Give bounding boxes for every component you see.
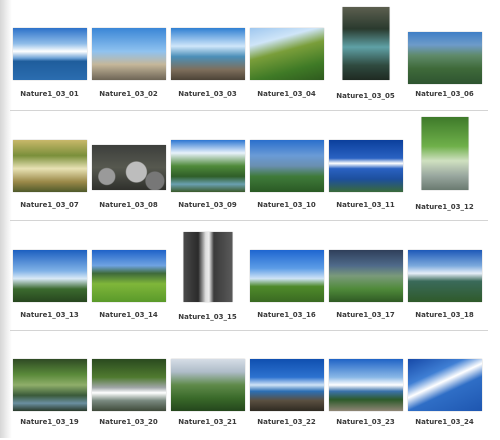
thumbnail-image[interactable] — [421, 117, 468, 190]
thumbnail-caption: Nature1_03_20 — [99, 418, 158, 426]
thumbnail-image[interactable] — [249, 359, 324, 411]
gallery-item[interactable]: Nature1_03_18 — [405, 224, 484, 330]
thumbnail-caption: Nature1_03_17 — [336, 311, 395, 319]
thumbnail-image[interactable] — [328, 250, 403, 302]
gallery-item[interactable]: Nature1_03_14 — [89, 224, 168, 330]
thumbnail-caption: Nature1_03_04 — [257, 90, 316, 98]
thumbnail-caption: Nature1_03_18 — [415, 311, 474, 319]
row-divider — [10, 330, 488, 331]
thumbnail-image[interactable] — [12, 28, 87, 80]
thumbnail-caption: Nature1_03_14 — [99, 311, 158, 319]
gallery-item[interactable]: Nature1_03_10 — [247, 114, 326, 220]
gallery-item[interactable]: Nature1_03_01 — [10, 4, 89, 110]
thumbnail-caption: Nature1_03_16 — [257, 311, 316, 319]
thumbnail-caption: Nature1_03_03 — [178, 90, 237, 98]
gallery-item[interactable]: Nature1_03_22 — [247, 334, 326, 440]
thumbnail-image[interactable] — [91, 28, 166, 80]
gallery-item[interactable]: Nature1_03_24 — [405, 334, 484, 440]
gallery-item[interactable]: Nature1_03_09 — [168, 114, 247, 220]
thumbnail-caption: Nature1_03_21 — [178, 418, 237, 426]
thumbnail-caption: Nature1_03_10 — [257, 201, 316, 209]
gallery-item[interactable]: Nature1_03_04 — [247, 4, 326, 110]
thumbnail-image[interactable] — [183, 232, 232, 302]
thumbnail-caption: Nature1_03_08 — [99, 201, 158, 209]
thumbnail-image[interactable] — [91, 359, 166, 411]
thumbnail-image[interactable] — [12, 359, 87, 411]
thumbnail-image[interactable] — [249, 140, 324, 192]
thumbnail-image[interactable] — [249, 250, 324, 302]
thumbnail-image[interactable] — [170, 359, 245, 411]
gallery-item[interactable]: Nature1_03_02 — [89, 4, 168, 110]
thumbnail-caption: Nature1_03_24 — [415, 418, 474, 426]
thumbnail-image[interactable] — [407, 250, 482, 302]
gallery-item[interactable]: Nature1_03_19 — [10, 334, 89, 440]
thumbnail-caption: Nature1_03_19 — [20, 418, 79, 426]
gallery-item[interactable]: Nature1_03_17 — [326, 224, 405, 330]
gallery-item[interactable]: Nature1_03_08 — [89, 114, 168, 220]
gallery-item[interactable]: Nature1_03_12 — [405, 114, 484, 220]
gallery-item[interactable]: Nature1_03_13 — [10, 224, 89, 330]
thumbnail-caption: Nature1_03_02 — [99, 90, 158, 98]
thumbnail-caption: Nature1_03_12 — [415, 203, 474, 211]
gallery-item[interactable]: Nature1_03_21 — [168, 334, 247, 440]
thumbnail-caption: Nature1_03_05 — [336, 92, 395, 100]
thumbnail-image[interactable] — [170, 140, 245, 192]
thumbnail-image[interactable] — [328, 140, 403, 192]
thumbnail-image[interactable] — [91, 145, 166, 190]
row-divider — [10, 110, 488, 111]
thumbnail-image[interactable] — [249, 28, 324, 80]
gallery-item[interactable]: Nature1_03_06 — [405, 4, 484, 110]
gallery-item[interactable]: Nature1_03_05 — [326, 4, 405, 110]
thumbnail-image[interactable] — [170, 28, 245, 80]
thumbnail-caption: Nature1_03_11 — [336, 201, 395, 209]
thumbnail-image[interactable] — [328, 359, 403, 411]
thumbnail-caption: Nature1_03_01 — [20, 90, 79, 98]
row-divider — [10, 220, 488, 221]
thumbnail-image[interactable] — [91, 250, 166, 302]
gallery-item[interactable]: Nature1_03_20 — [89, 334, 168, 440]
thumbnail-caption: Nature1_03_15 — [178, 313, 237, 321]
gallery-item[interactable]: Nature1_03_07 — [10, 114, 89, 220]
gallery-item[interactable]: Nature1_03_16 — [247, 224, 326, 330]
thumbnail-image[interactable] — [407, 32, 482, 84]
thumbnail-caption: Nature1_03_09 — [178, 201, 237, 209]
thumbnail-image[interactable] — [342, 7, 389, 80]
thumbnail-image[interactable] — [12, 250, 87, 302]
thumbnail-image[interactable] — [407, 359, 482, 411]
thumbnail-caption: Nature1_03_23 — [336, 418, 395, 426]
thumbnail-caption: Nature1_03_22 — [257, 418, 316, 426]
gallery-item[interactable]: Nature1_03_23 — [326, 334, 405, 440]
thumbnail-caption: Nature1_03_06 — [415, 90, 474, 98]
gallery-item[interactable]: Nature1_03_03 — [168, 4, 247, 110]
thumbnail-caption: Nature1_03_13 — [20, 311, 79, 319]
gallery-item[interactable]: Nature1_03_15 — [168, 224, 247, 330]
thumbnail-caption: Nature1_03_07 — [20, 201, 79, 209]
thumbnail-image[interactable] — [12, 140, 87, 192]
gallery-item[interactable]: Nature1_03_11 — [326, 114, 405, 220]
